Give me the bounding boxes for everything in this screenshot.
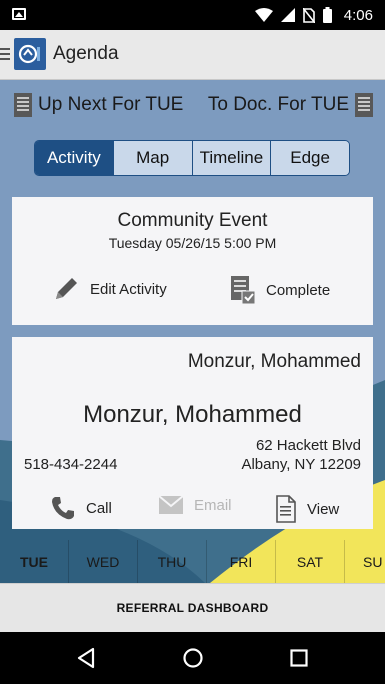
call-button[interactable]: Call <box>50 495 112 521</box>
event-title: Community Event <box>117 210 268 231</box>
signal-icon <box>280 8 295 22</box>
no-sim-icon <box>302 7 315 23</box>
document-list-icon <box>14 93 32 117</box>
contact-name-header: Monzur, Mohammed <box>187 351 361 372</box>
day-fri[interactable]: FRI <box>207 540 276 583</box>
clock: 4:06 <box>343 6 373 24</box>
tab-map[interactable]: Map <box>112 141 192 175</box>
edit-activity-label: Edit Activity <box>90 280 167 298</box>
to-doc-label: To Doc. For TUE <box>207 94 349 115</box>
back-button[interactable] <box>72 644 100 672</box>
view-tabs: Activity Map Timeline Edge <box>34 140 350 176</box>
home-circle-icon <box>183 648 203 668</box>
tab-activity[interactable]: Activity <box>35 141 113 175</box>
tab-edge[interactable]: Edge <box>270 141 349 175</box>
up-next-button[interactable]: Up Next For TUE <box>14 92 183 118</box>
checklist-icon <box>231 276 256 305</box>
back-triangle-icon <box>77 647 95 669</box>
gallery-notification-icon <box>12 8 26 20</box>
page-title: Agenda <box>53 43 119 64</box>
contact-name: Monzur, Mohammed <box>83 401 302 428</box>
home-button[interactable] <box>179 644 207 672</box>
recents-square-icon <box>290 649 308 667</box>
contact-address: 62 Hackett Blvd Albany, NY 12209 <box>241 436 361 474</box>
document-icon <box>276 495 296 523</box>
email-label: Email <box>194 496 232 514</box>
referral-dashboard-button[interactable]: REFERRAL DASHBOARD <box>0 583 385 632</box>
address-line-1: 62 Hackett Blvd <box>255 437 361 454</box>
event-datetime: Tuesday 05/26/15 5:00 PM <box>108 235 277 251</box>
to-doc-button[interactable]: To Doc. For TUE <box>208 92 373 118</box>
status-bar: 4:06 <box>0 0 385 30</box>
tab-timeline[interactable]: Timeline <box>191 141 271 175</box>
address-line-2: Albany, NY 12209 <box>241 456 361 473</box>
app-bar: Agenda <box>0 30 385 80</box>
day-tue[interactable]: TUE <box>0 540 69 583</box>
complete-label: Complete <box>266 281 331 299</box>
complete-button[interactable]: Complete <box>230 275 330 305</box>
contact-phone: 518-434-2244 <box>24 456 118 473</box>
day-thu[interactable]: THU <box>138 540 207 583</box>
call-label: Call <box>86 499 112 517</box>
envelope-icon <box>158 495 184 514</box>
day-selector: TUE WED THU FRI SAT SU <box>0 540 385 583</box>
day-sun[interactable]: SU <box>345 540 385 583</box>
nav-drawer-icon[interactable] <box>0 45 12 65</box>
app-logo-icon[interactable] <box>14 38 46 70</box>
system-nav-bar <box>0 632 385 684</box>
agenda-content: Up Next For TUE To Doc. For TUE Activity… <box>0 80 385 583</box>
battery-icon <box>322 7 332 23</box>
day-sat[interactable]: SAT <box>276 540 345 583</box>
contact-card: Monzur, Mohammed Monzur, Mohammed 518-43… <box>12 337 373 529</box>
view-button[interactable]: View <box>275 495 339 523</box>
day-wed[interactable]: WED <box>69 540 138 583</box>
edit-activity-button[interactable]: Edit Activity <box>52 275 167 303</box>
document-list-icon <box>355 93 373 117</box>
email-button[interactable]: Email <box>158 495 232 515</box>
phone-icon <box>52 497 74 520</box>
recents-button[interactable] <box>285 644 313 672</box>
up-next-label: Up Next For TUE <box>38 94 184 115</box>
wifi-icon <box>254 8 273 22</box>
pencil-icon <box>56 278 77 299</box>
event-card: Community Event Tuesday 05/26/15 5:00 PM… <box>12 197 373 325</box>
view-label: View <box>307 500 340 518</box>
status-icons: 4:06 <box>254 0 373 30</box>
